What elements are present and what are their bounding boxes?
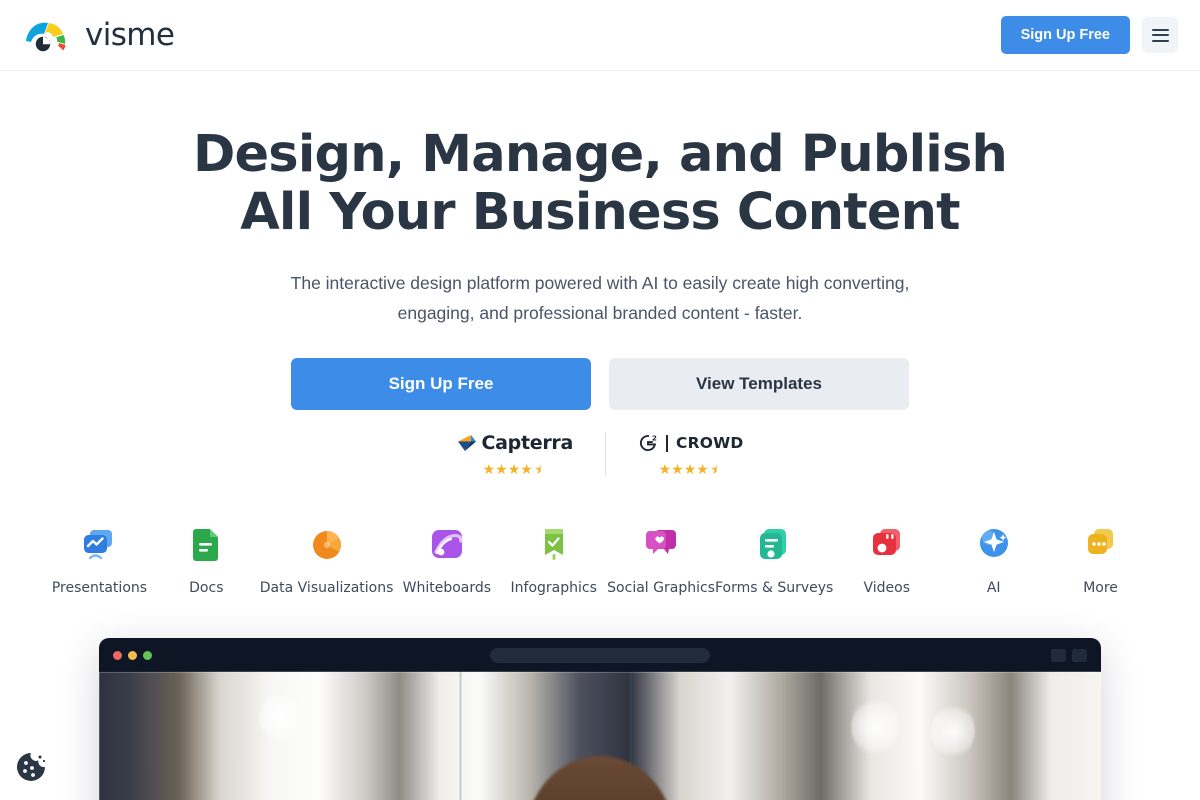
capterra-star-rating: ★★★★ ★ bbox=[483, 462, 547, 476]
g2-crowd-logo: 2 CROWD bbox=[638, 432, 743, 454]
hero-title-line-2: All Your Business Content bbox=[240, 183, 960, 243]
brand-name: visme bbox=[85, 16, 175, 53]
category-label: Social Graphics bbox=[607, 580, 715, 597]
crowd-wordmark: CROWD bbox=[676, 434, 744, 453]
whiteboards-icon bbox=[431, 530, 463, 559]
category-label: Infographics bbox=[510, 580, 597, 597]
video-thumbnail[interactable] bbox=[99, 672, 1101, 800]
traffic-lights bbox=[113, 650, 152, 660]
site-header: visme Sign Up Free bbox=[0, 0, 1200, 71]
brand-logo[interactable]: visme bbox=[24, 16, 175, 53]
category-more[interactable]: More bbox=[1047, 522, 1154, 596]
category-nav: Presentations Docs Data Visualizations W… bbox=[0, 522, 1200, 596]
browser-mockup bbox=[99, 638, 1101, 800]
category-whiteboards[interactable]: Whiteboards bbox=[393, 522, 500, 596]
hero-cta-row: Sign Up Free View Templates bbox=[0, 358, 1200, 411]
forms-surveys-icon bbox=[760, 529, 787, 560]
stars-full: ★★★★ bbox=[658, 461, 709, 478]
presentations-icon bbox=[84, 530, 113, 560]
category-label: Data Visualizations bbox=[259, 580, 394, 597]
category-label: Videos bbox=[863, 580, 911, 597]
category-forms-surveys[interactable]: Forms & Surveys bbox=[715, 522, 833, 596]
stars-full: ★★★★ bbox=[482, 461, 533, 478]
minimize-yellow-dot-icon[interactable] bbox=[128, 650, 137, 660]
cookie-preferences-icon bbox=[17, 753, 46, 781]
maximize-green-dot-icon[interactable] bbox=[143, 650, 152, 660]
more-icon bbox=[1087, 529, 1113, 555]
browser-mockup-wrapper bbox=[0, 638, 1200, 800]
header-actions: Sign Up Free bbox=[1000, 16, 1178, 54]
ai-sparkle-icon bbox=[979, 529, 1008, 558]
g2-superscript: 2 bbox=[652, 434, 657, 443]
hero-section: Design, Manage, and Publish All Your Bus… bbox=[0, 71, 1200, 800]
page-title: Design, Manage, and Publish All Your Bus… bbox=[190, 125, 1010, 243]
category-label: AI bbox=[986, 580, 1001, 597]
category-videos[interactable]: Videos bbox=[833, 522, 940, 596]
category-label: More bbox=[1083, 580, 1118, 597]
category-presentations[interactable]: Presentations bbox=[46, 522, 153, 596]
category-label: Whiteboards bbox=[402, 580, 492, 597]
g2-crowd-badge[interactable]: 2 CROWD ★★★★ ★ bbox=[605, 432, 775, 477]
hero-title-line-1: Design, Manage, and Publish bbox=[192, 125, 1008, 184]
lamp-glow bbox=[259, 690, 302, 745]
capterra-wordmark: Capterra bbox=[481, 432, 574, 455]
star-half: ★ bbox=[534, 461, 547, 478]
category-social-graphics[interactable]: Social Graphics bbox=[607, 522, 715, 596]
capterra-badge[interactable]: Capterra ★★★★ ★ bbox=[425, 432, 606, 476]
g2-star-rating: ★★★★ ★ bbox=[659, 462, 723, 476]
category-label: Forms & Surveys bbox=[714, 580, 834, 597]
control-square-2-icon[interactable] bbox=[1072, 648, 1087, 662]
header-signup-button[interactable]: Sign Up Free bbox=[1000, 16, 1130, 54]
category-docs[interactable]: Docs bbox=[153, 522, 260, 596]
visme-fan-logo bbox=[26, 22, 66, 52]
data-visualizations-icon bbox=[312, 531, 341, 560]
hero-subtitle-line-2: engaging, and professional branded conte… bbox=[397, 303, 803, 324]
lamp-glow bbox=[850, 696, 899, 759]
view-templates-button[interactable]: View Templates bbox=[609, 358, 909, 411]
infographics-icon bbox=[544, 529, 563, 561]
review-badges: Capterra ★★★★ ★ 2 CROWD ★★★★ ★ bbox=[0, 432, 1200, 477]
g2-mark-icon: 2 bbox=[639, 434, 657, 452]
hero-subtitle: The interactive design platform powered … bbox=[270, 268, 930, 328]
capterra-mark-icon bbox=[457, 435, 476, 452]
close-red-dot-icon[interactable] bbox=[113, 650, 122, 660]
browser-title-bar bbox=[99, 638, 1101, 673]
category-infographics[interactable]: Infographics bbox=[500, 522, 607, 596]
g2-divider bbox=[666, 434, 669, 452]
window-controls bbox=[1051, 648, 1087, 662]
hero-signup-button[interactable]: Sign Up Free bbox=[291, 358, 591, 411]
person-silhouette bbox=[525, 756, 675, 800]
videos-icon bbox=[872, 529, 900, 556]
hamburger-menu-icon[interactable] bbox=[1142, 17, 1178, 53]
hero-subtitle-line-1: The interactive design platform powered … bbox=[290, 273, 910, 294]
capterra-logo: Capterra bbox=[457, 432, 574, 455]
category-data-visualizations[interactable]: Data Visualizations bbox=[259, 522, 394, 597]
social-graphics-icon bbox=[646, 530, 677, 555]
control-square-1-icon[interactable] bbox=[1051, 648, 1066, 662]
lamp-glow bbox=[930, 702, 975, 761]
docs-icon bbox=[193, 529, 219, 562]
address-bar[interactable] bbox=[490, 647, 710, 663]
category-label: Presentations bbox=[51, 580, 148, 597]
category-ai[interactable]: AI bbox=[940, 522, 1047, 596]
star-half: ★ bbox=[710, 461, 723, 478]
category-label: Docs bbox=[189, 580, 224, 597]
cookie-preferences-button[interactable] bbox=[12, 748, 50, 786]
